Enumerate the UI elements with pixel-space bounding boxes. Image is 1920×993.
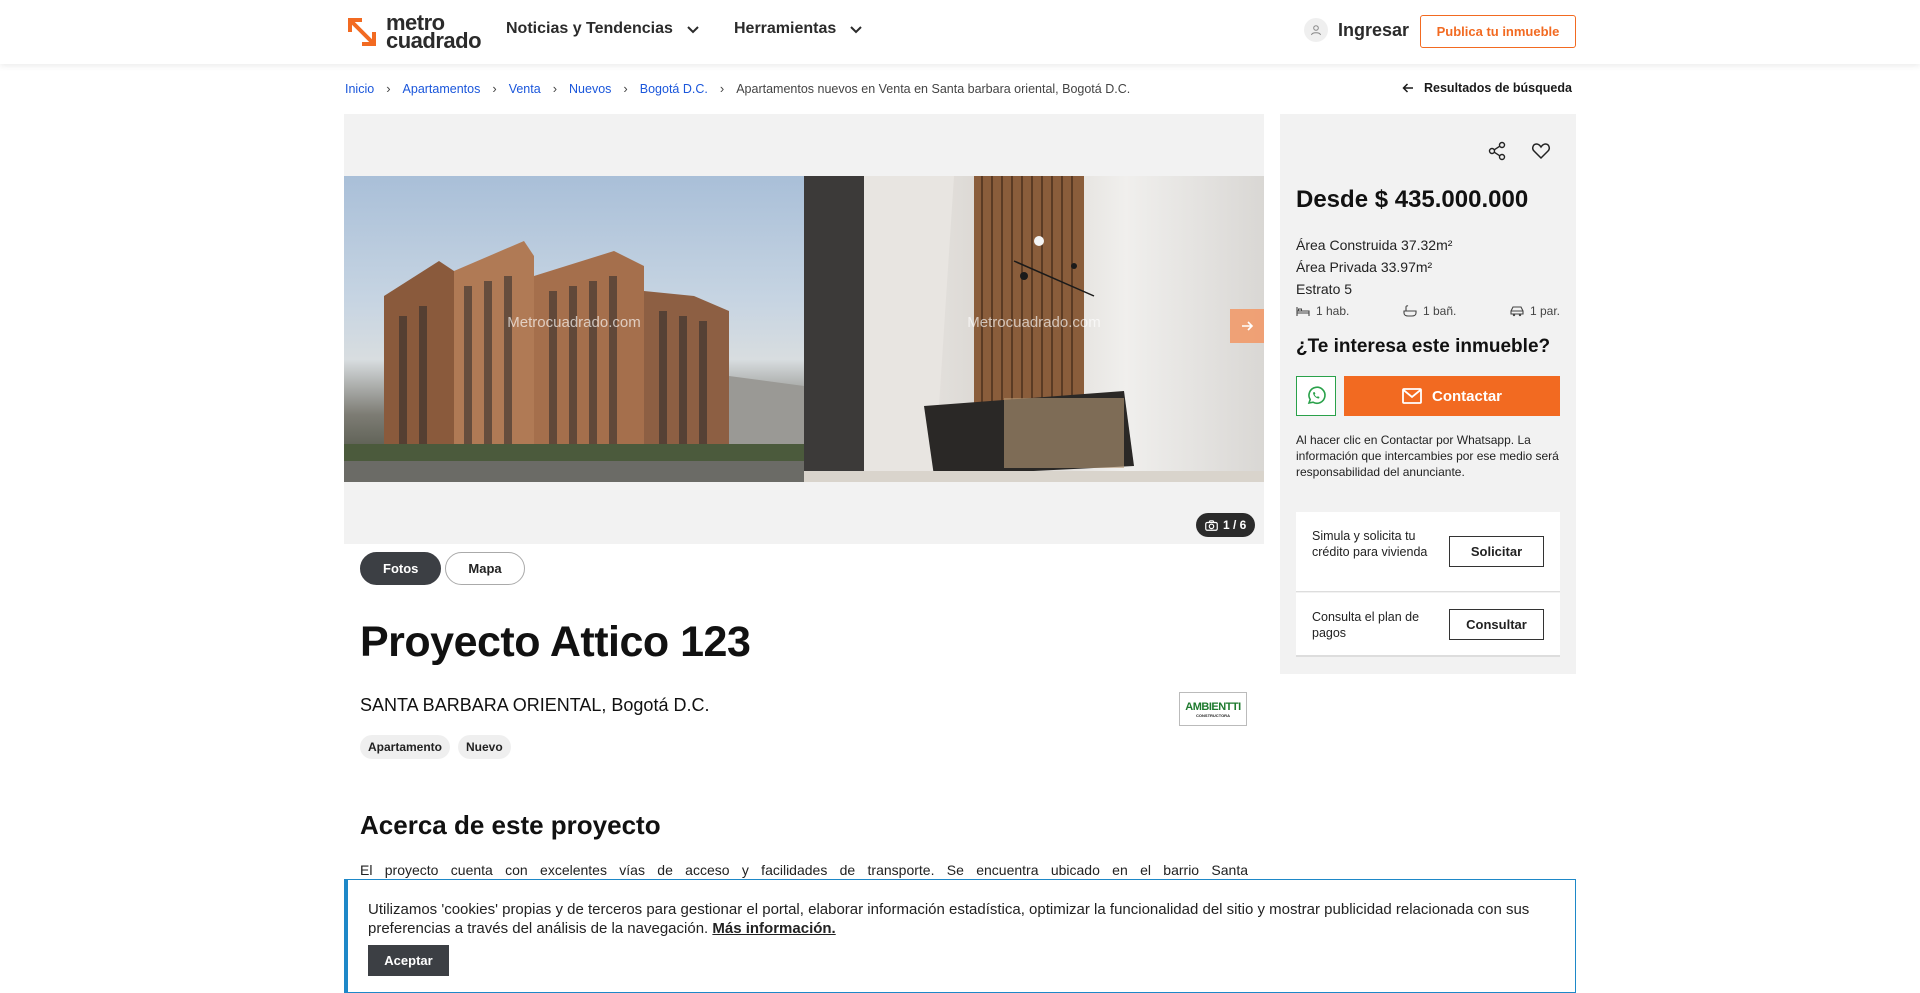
tab-fotos[interactable]: Fotos	[360, 552, 442, 585]
feature-bedrooms-label: 1 hab.	[1316, 304, 1350, 318]
back-to-results-link[interactable]: Resultados de búsqueda	[1402, 81, 1572, 95]
site-header: metro cuadrado Noticias y Tendencias Her…	[0, 0, 1920, 64]
cookie-banner: Utilizamos 'cookies' propias y de tercer…	[344, 879, 1576, 993]
interest-heading: ¿Te interesa este inmueble?	[1296, 336, 1551, 357]
property-features: 1 hab. 1 bañ. 1 par.	[1296, 304, 1560, 318]
chevron-down-icon	[850, 26, 862, 34]
payment-plan-card: Consulta el plan de pagos Consultar	[1296, 593, 1560, 657]
feature-bathrooms-label: 1 bañ.	[1422, 304, 1457, 318]
contact-label: Contactar	[1431, 387, 1502, 405]
photo-gallery[interactable]: Metrocuadrado.com Metrocuadrado.com 1 / …	[344, 114, 1264, 544]
bed-icon	[1296, 307, 1310, 316]
camera-icon	[1205, 519, 1218, 531]
breadcrumb-separator: ›	[386, 81, 391, 96]
whatsapp-disclaimer: Al hacer clic en Contactar por Whatsapp.…	[1296, 433, 1559, 479]
solicitar-button[interactable]: Solicitar	[1449, 536, 1544, 567]
tag-nuevo: Nuevo	[458, 735, 511, 759]
tab-mapa[interactable]: Mapa	[445, 552, 525, 585]
gallery-photo-lobby[interactable]: Metrocuadrado.com	[804, 176, 1264, 482]
share-icon[interactable]	[1484, 138, 1510, 164]
area-privada: Área Privada 33.97m²	[1296, 259, 1433, 275]
breadcrumb-apartamentos[interactable]: Apartamentos	[403, 82, 481, 96]
breadcrumb: Inicio › Apartamentos › Venta › Nuevos ›…	[345, 81, 1130, 96]
cookie-text: Utilizamos 'cookies' propias y de tercer…	[368, 901, 1530, 937]
price-sidebar: Desde $ 435.000.000 Área Construida 37.3…	[1280, 114, 1576, 674]
login-label: Ingresar	[1338, 19, 1410, 40]
feature-bedrooms: 1 hab.	[1296, 304, 1349, 318]
site-logo[interactable]: metro cuadrado	[344, 12, 482, 53]
cookie-message: Utilizamos 'cookies' propias y de tercer…	[368, 900, 1548, 938]
chevron-down-icon	[687, 26, 699, 34]
logo-icon	[344, 14, 380, 50]
credit-card: Simula y solicita tu crédito para vivien…	[1296, 512, 1560, 592]
breadcrumb-current: Apartamentos nuevos en Venta en Santa ba…	[736, 81, 1131, 96]
project-location: SANTA BARBARA ORIENTAL, Bogotá D.C.	[360, 695, 710, 715]
photo-counter-label: 1 / 6	[1223, 518, 1247, 532]
back-to-results-label: Resultados de búsqueda	[1424, 81, 1572, 95]
project-title: Proyecto Attico 123	[360, 618, 751, 666]
user-icon	[1304, 18, 1328, 42]
arrow-right-icon	[1242, 321, 1254, 331]
breadcrumb-inicio[interactable]: Inicio	[345, 82, 374, 96]
nav-noticias-label: Noticias y Tendencias	[506, 20, 673, 37]
logo-line2: cuadrado	[386, 28, 482, 53]
credit-text: Simula y solicita tu crédito para vivien…	[1312, 529, 1428, 559]
estrato: Estrato 5	[1296, 281, 1353, 297]
breadcrumb-separator: ›	[623, 81, 628, 96]
heart-icon[interactable]	[1528, 138, 1554, 164]
mail-icon	[1402, 388, 1422, 404]
contact-button[interactable]: Contactar	[1344, 376, 1560, 416]
breadcrumb-separator: ›	[552, 81, 558, 96]
breadcrumb-separator: ›	[492, 81, 497, 96]
consultar-button[interactable]: Consultar	[1449, 609, 1544, 640]
nav-noticias-dropdown[interactable]: Noticias y Tendencias	[506, 20, 701, 38]
payment-plan-text: Consulta el plan de pagos	[1312, 610, 1420, 640]
nav-herramientas-label: Herramientas	[734, 20, 837, 37]
about-heading: Acerca de este proyecto	[360, 810, 661, 840]
cookie-more-info-link[interactable]: Más información.	[712, 920, 835, 937]
car-icon	[1510, 306, 1524, 317]
area-construida: Área Construida 37.32m²	[1296, 237, 1453, 253]
sidebar-actions	[1484, 138, 1554, 164]
whatsapp-button[interactable]	[1296, 376, 1336, 416]
builder-logo[interactable]: AMBIENTTI CONSTRUCTORA	[1179, 692, 1247, 726]
feature-bathrooms: 1 bañ.	[1403, 304, 1456, 318]
gallery-photo-building[interactable]: Metrocuadrado.com	[344, 176, 804, 482]
feature-parking: 1 par.	[1510, 304, 1560, 318]
breadcrumb-nuevos[interactable]: Nuevos	[569, 82, 611, 96]
logo-text: metro cuadrado	[386, 12, 482, 53]
nav-herramientas-dropdown[interactable]: Herramientas	[734, 20, 864, 38]
breadcrumb-bogota[interactable]: Bogotá D.C.	[640, 82, 708, 96]
breadcrumb-venta[interactable]: Venta	[509, 82, 541, 96]
arrow-left-icon	[1402, 83, 1413, 93]
photo-counter: 1 / 6	[1196, 513, 1256, 537]
tag-apartamento: Apartamento	[360, 735, 451, 759]
login-button[interactable]: Ingresar	[1304, 18, 1409, 42]
builder-logo-sub: CONSTRUCTORA	[1196, 712, 1230, 718]
cookie-accept-button[interactable]: Aceptar	[368, 945, 449, 976]
watermark: Metrocuadrado.com	[967, 314, 1101, 331]
watermark: Metrocuadrado.com	[507, 314, 641, 331]
gallery-tabs: Fotos Mapa	[360, 552, 525, 585]
gallery-next-button[interactable]	[1230, 309, 1264, 343]
breadcrumb-separator: ›	[719, 81, 725, 96]
bathtub-icon	[1403, 305, 1417, 317]
property-tags: Apartamento Nuevo	[360, 735, 511, 759]
feature-parking-label: 1 par.	[1529, 304, 1560, 318]
publish-property-button[interactable]: Publica tu inmueble	[1420, 15, 1576, 48]
about-text: El proyecto cuenta con excelentes vías d…	[360, 862, 1248, 878]
property-specs: Área Construida 37.32m² Área Privada 33.…	[1296, 234, 1452, 300]
builder-logo-main: AMBIENTTI	[1185, 700, 1241, 713]
whatsapp-icon	[1307, 386, 1326, 405]
price: Desde $ 435.000.000	[1296, 186, 1529, 213]
